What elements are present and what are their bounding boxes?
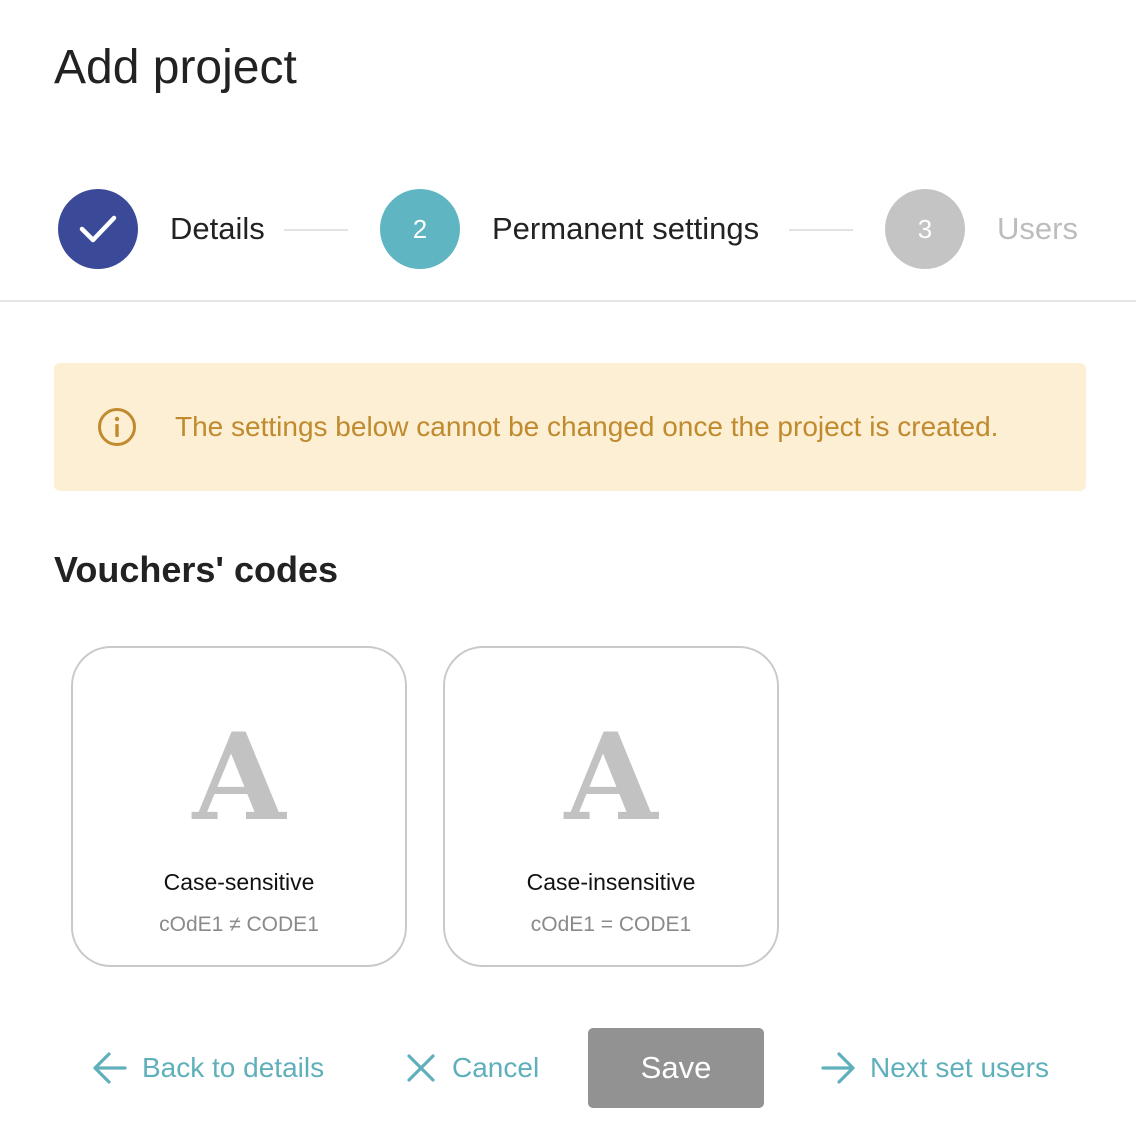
step-details-check[interactable]: [58, 189, 138, 269]
arrow-right-icon: [821, 1052, 855, 1084]
letter-a-icon: A: [192, 707, 286, 848]
back-to-details-label: Back to details: [142, 1052, 325, 1083]
next-set-users-button[interactable]: Next set users: [820, 1045, 1049, 1091]
page-title: Add project: [54, 41, 297, 94]
save-button[interactable]: Save: [588, 1028, 764, 1108]
alert-message: The settings below cannot be changed onc…: [175, 411, 999, 442]
warning-alert: The settings below cannot be changed onc…: [54, 363, 1086, 491]
next-set-users-label: Next set users: [870, 1052, 1049, 1083]
check-icon: [79, 215, 117, 243]
back-to-details-button[interactable]: Back to details: [92, 1045, 324, 1091]
step-users-number: 3: [885, 189, 965, 269]
cancel-button[interactable]: Cancel: [405, 1045, 539, 1091]
cancel-label: Cancel: [452, 1052, 540, 1083]
step-permanent-settings-label: Permanent settings: [492, 211, 760, 246]
option-example: cOdE1 = CODE1: [530, 913, 692, 936]
option-title: Case-sensitive: [163, 869, 315, 895]
arrow-left-icon: [93, 1052, 127, 1084]
step-permanent-settings-number: 2: [380, 189, 460, 269]
letter-a-icon: A: [564, 707, 658, 848]
step-connector: [789, 229, 853, 231]
header-divider: [0, 300, 1136, 302]
option-title: Case-insensitive: [526, 869, 696, 895]
stepper: Details 2 Permanent settings 3 Users: [58, 189, 1088, 269]
info-icon: [98, 408, 136, 446]
case-sensitive-option[interactable]: A Case-sensitive cOdE1 ≠ CODE1: [71, 646, 407, 967]
close-icon: [407, 1054, 435, 1082]
option-example: cOdE1 ≠ CODE1: [159, 913, 319, 936]
step-connector: [284, 229, 348, 231]
case-insensitive-option[interactable]: A Case-insensitive cOdE1 = CODE1: [443, 646, 779, 967]
step-details-label[interactable]: Details: [170, 209, 265, 249]
section-title: Vouchers' codes: [54, 549, 338, 590]
step-users-label: Users: [997, 211, 1078, 246]
add-project-page: Add project Details 2 Permanent settings…: [0, 0, 1136, 1140]
